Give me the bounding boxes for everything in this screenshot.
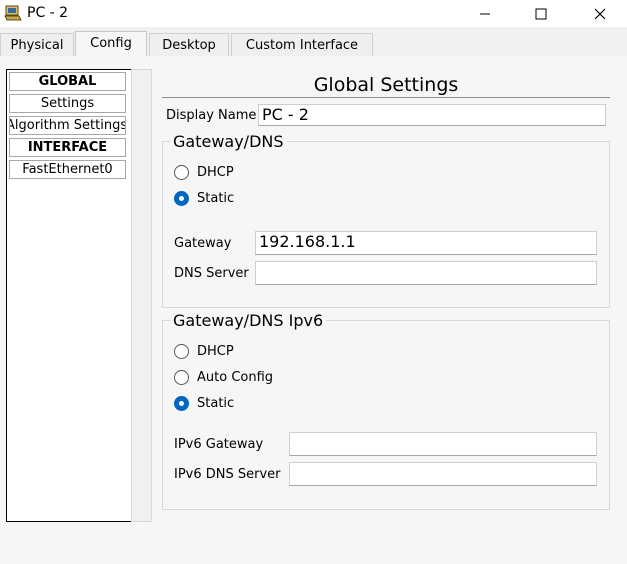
ipv6-static-label: Static: [197, 396, 235, 411]
ipv6-dhcp-label: DHCP: [197, 344, 234, 359]
window-title: PC - 2: [27, 5, 69, 21]
sidebar-header-interface: INTERFACE: [9, 138, 126, 157]
ipv6-auto-config-radio[interactable]: [174, 370, 189, 385]
page-title: Global Settings: [313, 74, 459, 96]
ipv6-gateway-label: IPv6 Gateway: [174, 437, 264, 452]
close-button[interactable]: [577, 0, 623, 27]
tab-bar: Physical Config Desktop Custom Interface: [0, 31, 627, 57]
sidebar-header-global: GLOBAL: [9, 72, 126, 91]
gateway-dns-title: Gateway/DNS: [170, 132, 287, 151]
ipv6-dns-server-label: IPv6 DNS Server: [174, 467, 281, 482]
sidebar-item-fastethernet0[interactable]: FastEthernet0: [9, 160, 126, 179]
ipv4-dhcp-label: DHCP: [197, 165, 234, 180]
config-panel: GLOBAL Settings Algorithm Settings INTER…: [0, 56, 627, 564]
sidebar: GLOBAL Settings Algorithm Settings INTER…: [6, 69, 132, 522]
title-bar: PC - 2: [0, 0, 627, 27]
dns-server-label: DNS Server: [174, 266, 249, 281]
maximize-button[interactable]: [518, 0, 564, 27]
gateway-dns-ipv6-title: Gateway/DNS Ipv6: [170, 311, 327, 330]
ipv4-static-radio[interactable]: [174, 191, 189, 206]
sidebar-item-settings[interactable]: Settings: [9, 94, 126, 113]
dns-server-input[interactable]: [255, 261, 597, 285]
sidebar-scrollbar[interactable]: [131, 69, 152, 522]
ipv6-dhcp-radio[interactable]: [174, 344, 189, 359]
ipv6-static-radio[interactable]: [174, 396, 189, 411]
gateway-label: Gateway: [174, 236, 232, 251]
tab-config[interactable]: Config: [75, 31, 147, 57]
gateway-input[interactable]: 192.168.1.1: [255, 231, 597, 255]
tab-desktop[interactable]: Desktop: [149, 33, 229, 56]
display-name-input[interactable]: PC - 2: [258, 104, 606, 126]
minimize-button[interactable]: [462, 0, 508, 27]
ipv4-dhcp-radio[interactable]: [174, 165, 189, 180]
ipv6-dns-server-input[interactable]: [289, 462, 597, 486]
tab-custom-interface[interactable]: Custom Interface: [231, 33, 373, 56]
sidebar-item-algorithm-settings[interactable]: Algorithm Settings: [9, 116, 126, 135]
maximize-icon: [535, 8, 547, 19]
tab-physical[interactable]: Physical: [0, 33, 74, 56]
pc-app-icon: [4, 4, 22, 22]
close-icon: [594, 8, 606, 19]
display-name-label: Display Name: [166, 108, 257, 123]
ipv6-auto-config-label: Auto Config: [197, 370, 274, 385]
ipv4-static-label: Static: [197, 191, 235, 206]
ipv6-gateway-input[interactable]: [289, 432, 597, 456]
minimize-icon: [480, 13, 490, 14]
title-divider: [162, 97, 610, 98]
